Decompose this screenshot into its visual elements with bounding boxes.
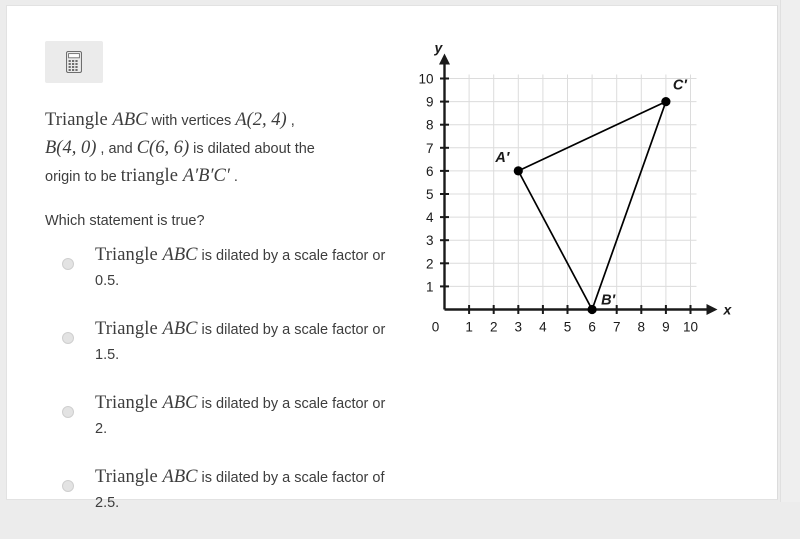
question-text-seg-6: origin to be	[45, 169, 121, 185]
svg-text:6: 6	[426, 164, 434, 179]
answer-options: Triangle ABC is dilated by a scale facto…	[62, 243, 412, 539]
svg-text:0: 0	[432, 320, 440, 335]
axis-tick-labels: 0 1 2 3 4 5 6 7 8 9 10 1 2 3 4 5 6 7 8 9 10	[418, 72, 698, 335]
option-1-math-abc: ABC	[162, 319, 198, 339]
svg-text:10: 10	[683, 320, 698, 335]
question-text-seg-1: Triangle	[45, 110, 113, 130]
svg-text:9: 9	[662, 320, 670, 335]
option-0-math-abc: ABC	[162, 245, 198, 265]
radio-button-0[interactable]	[62, 258, 74, 270]
scrollbar-track[interactable]	[780, 0, 800, 502]
svg-text:1: 1	[426, 279, 434, 294]
option-3-math-prefix: Triangle	[95, 467, 163, 487]
svg-text:1: 1	[465, 320, 473, 335]
option-row-2[interactable]: Triangle ABC is dilated by a scale facto…	[62, 391, 412, 442]
question-text-seg-2: with vertices	[147, 113, 236, 129]
option-2-math-prefix: Triangle	[95, 393, 163, 413]
option-1-math-prefix: Triangle	[95, 319, 163, 339]
question-prompt: Which statement is true?	[45, 213, 205, 229]
svg-text:7: 7	[613, 320, 621, 335]
question-math-abc-1: ABC	[112, 110, 148, 130]
question-math-b-coords: B(4, 0)	[45, 138, 97, 158]
question-body: Triangle ABC with vertices A(2, 4) , B(4…	[45, 107, 375, 191]
svg-text:4: 4	[426, 210, 434, 225]
option-label-3: Triangle ABC is dilated by a scale facto…	[95, 465, 395, 516]
svg-text:6: 6	[588, 320, 596, 335]
axis-titles: xy	[434, 40, 733, 318]
svg-text:3: 3	[426, 233, 434, 248]
page-root: Triangle ABC with vertices A(2, 4) , B(4…	[0, 0, 800, 511]
svg-text:4: 4	[539, 320, 547, 335]
svg-text:2: 2	[490, 320, 498, 335]
svg-text:y: y	[434, 40, 444, 56]
svg-text:2: 2	[426, 256, 434, 271]
left-column: Triangle ABC with vertices A(2, 4) , B(4…	[45, 41, 405, 229]
svg-text:7: 7	[426, 141, 434, 156]
question-card: Triangle ABC with vertices A(2, 4) , B(4…	[6, 5, 778, 511]
axis-ticks	[440, 77, 692, 314]
option-3-math-abc: ABC	[162, 467, 198, 487]
option-row-1[interactable]: Triangle ABC is dilated by a scale facto…	[62, 317, 412, 368]
option-row-3[interactable]: Triangle ABC is dilated by a scale facto…	[62, 465, 412, 516]
option-row-0[interactable]: Triangle ABC is dilated by a scale facto…	[62, 243, 412, 294]
coordinate-graph: 0 1 2 3 4 5 6 7 8 9 10 1 2 3 4 5 6 7 8 9 10 xy A′ B′ C′	[417, 34, 747, 354]
svg-text:A′: A′	[494, 150, 509, 166]
svg-text:5: 5	[564, 320, 572, 335]
svg-text:10: 10	[418, 72, 433, 87]
svg-text:3: 3	[515, 320, 523, 335]
option-2-math-abc: ABC	[162, 393, 198, 413]
radio-button-3[interactable]	[62, 480, 74, 492]
question-text-seg-3: ,	[286, 113, 295, 129]
option-label-0: Triangle ABC is dilated by a scale facto…	[95, 243, 395, 294]
svg-text:x: x	[723, 302, 733, 318]
svg-text:B′: B′	[601, 293, 615, 309]
radio-button-2[interactable]	[62, 406, 74, 418]
question-math-triangle-word: triangle	[120, 166, 183, 186]
option-0-math-prefix: Triangle	[95, 245, 163, 265]
question-text-seg-5: is dilated about the	[189, 141, 315, 157]
question-math-a-coords: A(2, 4)	[235, 110, 287, 130]
option-label-2: Triangle ABC is dilated by a scale facto…	[95, 391, 395, 442]
question-math-c-coords: C(6, 6)	[136, 138, 190, 158]
svg-text:C′: C′	[673, 78, 687, 94]
calculator-icon	[66, 51, 82, 73]
question-text-seg-4: , and	[96, 141, 137, 157]
question-math-abc-prime: A′B′C′	[182, 166, 230, 186]
svg-text:5: 5	[426, 187, 434, 202]
triangle-vertex-labels: A′ B′ C′	[494, 78, 687, 309]
calculator-button[interactable]	[45, 41, 103, 83]
graph-svg: 0 1 2 3 4 5 6 7 8 9 1012345678910 xy A′B′C′	[418, 40, 733, 335]
svg-text:8: 8	[638, 320, 646, 335]
svg-text:9: 9	[426, 95, 434, 110]
svg-text:8: 8	[426, 118, 434, 133]
grid-lines	[444, 74, 697, 310]
radio-button-1[interactable]	[62, 332, 74, 344]
option-label-1: Triangle ABC is dilated by a scale facto…	[95, 317, 395, 368]
question-text-seg-7: .	[229, 169, 238, 185]
